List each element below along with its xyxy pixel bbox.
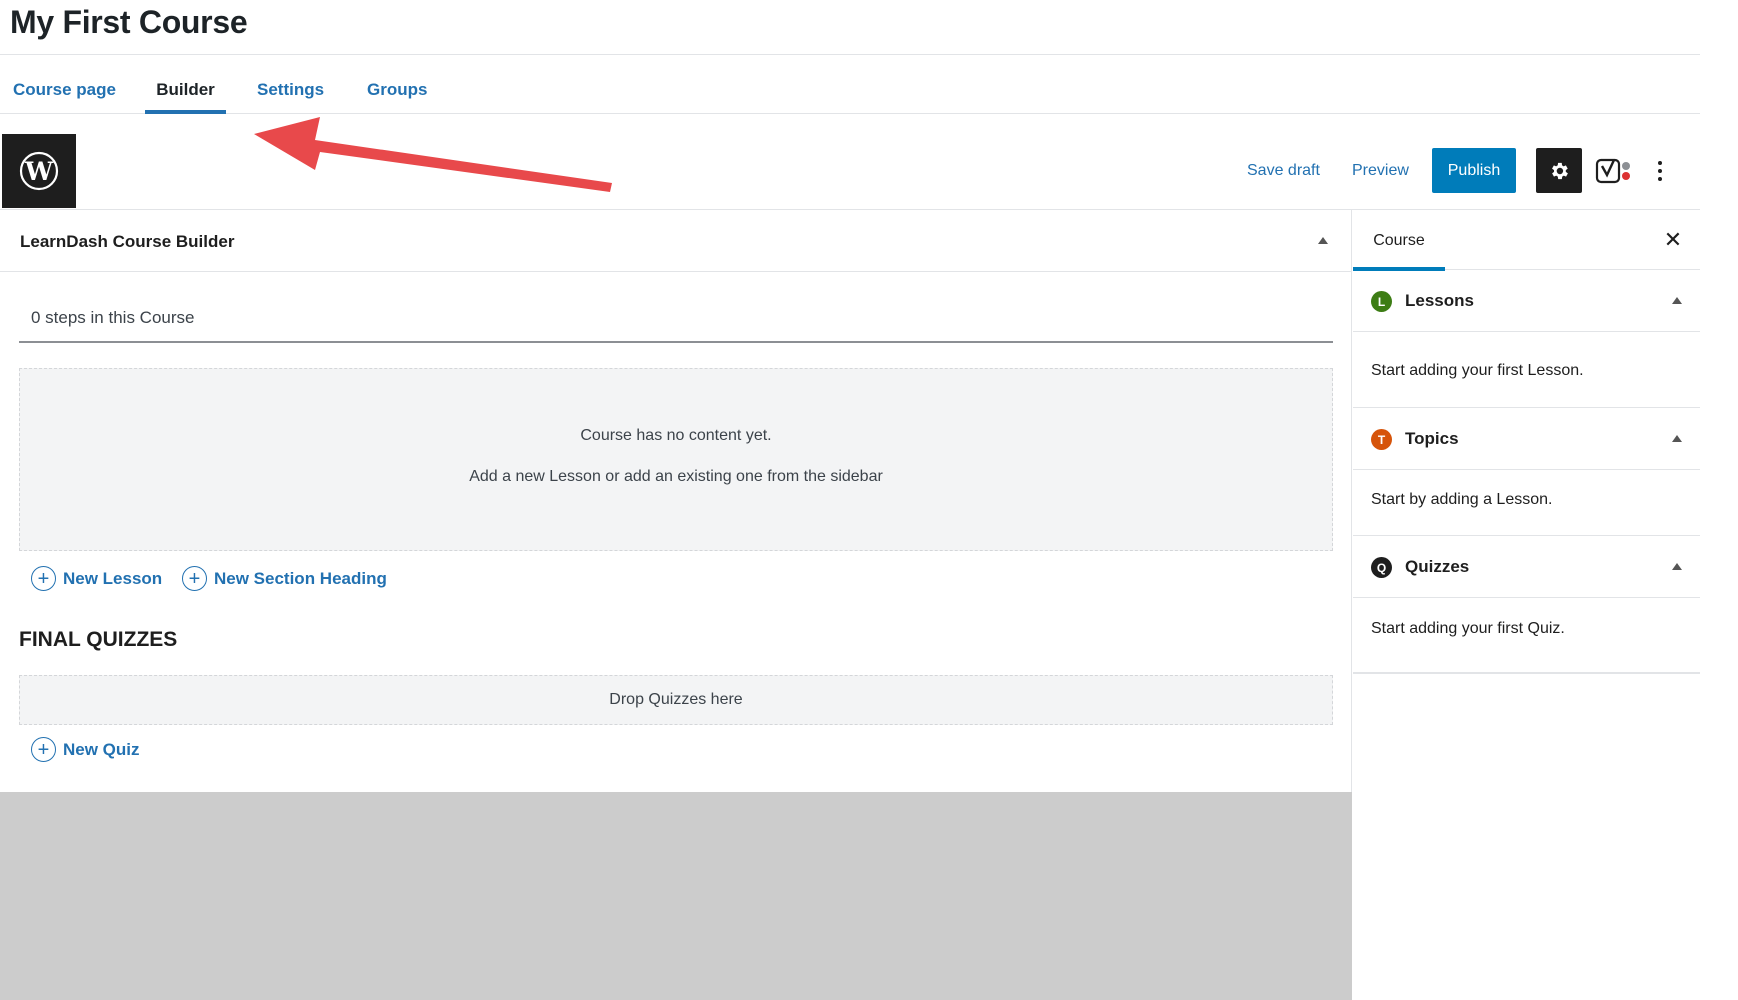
builder-title: LearnDash Course Builder [20, 232, 235, 251]
lesson-drop-area[interactable]: Course has no content yet. Add a new Les… [19, 368, 1333, 551]
publish-button[interactable]: Publish [1432, 148, 1516, 193]
yoast-icon[interactable] [1593, 152, 1635, 190]
quizzes-panel-title: Quizzes [1405, 557, 1470, 576]
preview-button[interactable]: Preview [1352, 162, 1409, 180]
collapse-caret-icon[interactable] [1318, 237, 1328, 244]
plus-circle-icon: + [31, 566, 56, 591]
tab-groups[interactable]: Groups [367, 56, 427, 114]
wordpress-logo-icon[interactable]: W [2, 134, 76, 208]
empty-message: Course has no content yet. [580, 427, 772, 444]
steps-count: 0 steps in this Course [31, 308, 195, 327]
lessons-panel-title: Lessons [1405, 291, 1474, 310]
builder-header[interactable]: LearnDash Course Builder [0, 210, 1352, 272]
steps-divider [19, 341, 1333, 343]
tab-builder[interactable]: Builder [145, 56, 226, 114]
quizzes-badge-icon: Q [1371, 557, 1392, 578]
tab-course-page[interactable]: Course page [13, 56, 116, 114]
tab-settings[interactable]: Settings [257, 56, 324, 114]
plus-circle-icon: + [182, 566, 207, 591]
gear-icon[interactable] [1536, 148, 1582, 193]
new-quiz-label: New Quiz [63, 739, 140, 759]
plus-circle-icon: + [31, 737, 56, 762]
topics-badge-icon: T [1371, 429, 1392, 450]
new-section-label: New Section Heading [214, 568, 387, 588]
lessons-panel-body: Start adding your first Lesson. [1353, 332, 1700, 408]
final-quizzes-heading: FINAL QUIZZES [19, 628, 178, 651]
lessons-empty-text: Start adding your first Lesson. [1371, 362, 1584, 379]
svg-text:W: W [24, 157, 54, 186]
title-divider [0, 54, 1700, 55]
new-lesson-button[interactable]: + New Lesson [31, 566, 162, 591]
quizzes-panel-header[interactable]: Q Quizzes [1353, 536, 1700, 598]
topics-panel-header[interactable]: T Topics [1353, 408, 1700, 470]
sidebar-tabs: Course ✕ [1353, 210, 1700, 271]
topics-caret-icon[interactable] [1672, 435, 1682, 442]
empty-canvas-area [0, 792, 1352, 1000]
course-sidebar: Course ✕ L Lessons Start adding your fir… [1353, 210, 1700, 1000]
new-section-heading-button[interactable]: + New Section Heading [182, 566, 387, 591]
topics-empty-text: Start by adding a Lesson. [1371, 491, 1553, 508]
topics-panel-title: Topics [1405, 429, 1459, 448]
quiz-drop-area[interactable]: Drop Quizzes here [19, 675, 1333, 725]
save-draft-button[interactable]: Save draft [1247, 162, 1320, 180]
lessons-badge-icon: L [1371, 291, 1392, 312]
quizzes-panel-body: Start adding your first Quiz. [1353, 598, 1700, 674]
editor-toolbar: W Save draft Preview Publish [0, 114, 1700, 210]
sidebar-tab-course[interactable]: Course [1353, 210, 1445, 271]
close-icon[interactable]: ✕ [1659, 226, 1687, 254]
quizzes-empty-text: Start adding your first Quiz. [1371, 620, 1565, 637]
empty-hint: Add a new Lesson or add an existing one … [469, 468, 883, 485]
new-lesson-label: New Lesson [63, 568, 163, 588]
page-title: My First Course [10, 4, 248, 40]
course-builder-panel: LearnDash Course Builder 0 steps in this… [0, 210, 1352, 1000]
topics-panel-body: Start by adding a Lesson. [1353, 470, 1700, 536]
lessons-panel-header[interactable]: L Lessons [1353, 270, 1700, 332]
quizzes-caret-icon[interactable] [1672, 563, 1682, 570]
course-tabs: Course page Builder Settings Groups [0, 56, 1700, 114]
new-quiz-button[interactable]: + New Quiz [31, 737, 140, 762]
more-vertical-icon[interactable] [1646, 152, 1674, 190]
lessons-caret-icon[interactable] [1672, 297, 1682, 304]
